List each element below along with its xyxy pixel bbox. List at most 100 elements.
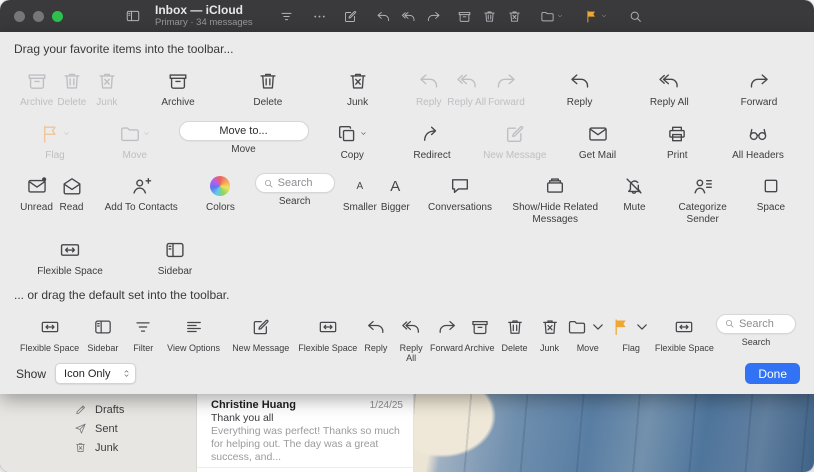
- default-toolbar-set[interactable]: Flexible SpaceSidebarFilterView OptionsN…: [0, 314, 814, 364]
- toolbar-item-reply-all[interactable]: Reply All: [394, 314, 428, 364]
- toolbar-item-categorize-sender[interactable]: Categorize Sender: [667, 173, 739, 225]
- message-photo-preview: [414, 394, 814, 472]
- toolbar-item-reply-all[interactable]: Reply All: [634, 68, 704, 109]
- toolbar-item-label: Flexible Space: [298, 343, 357, 353]
- toolbar-item-unread[interactable]: Unread: [20, 173, 53, 214]
- folder-icon[interactable]: [540, 9, 564, 24]
- trash-icon[interactable]: [482, 9, 497, 24]
- toolbar-item-archive[interactable]: Archive: [463, 314, 496, 353]
- ellipsis-icon[interactable]: [312, 9, 327, 24]
- toolbar-item-space[interactable]: Space: [748, 173, 794, 214]
- toolbar-item-move[interactable]: Move to...Move: [180, 121, 308, 156]
- toolbar-item-view-options[interactable]: View Options: [162, 314, 225, 353]
- toolbar-item-get-mail[interactable]: Get Mail: [563, 121, 633, 162]
- toolbar-item-label: Junk: [96, 97, 117, 109]
- chevron-down-icon: [62, 129, 71, 138]
- toolbar-item-delete[interactable]: Delete: [233, 68, 303, 109]
- toolbar-item-flexible-space[interactable]: Flexible Space: [18, 314, 81, 353]
- search-field[interactable]: Search: [255, 173, 335, 193]
- done-button[interactable]: Done: [745, 363, 800, 384]
- toolbar-item-redirect[interactable]: Redirect: [397, 121, 467, 162]
- toolbar-item-reply[interactable]: Reply: [545, 68, 615, 109]
- toolbar-item-group-archive-delete-junk[interactable]: ArchiveDeleteJunk: [463, 314, 566, 353]
- toolbar-item-show-hide-related-messages[interactable]: Show/Hide Related Messages: [508, 173, 602, 225]
- palette-row-4: Flexible Space Sidebar: [8, 237, 814, 278]
- search-icon[interactable]: [628, 9, 643, 24]
- toolbar-item-reply[interactable]: Reply: [359, 314, 392, 364]
- trash-icon: [61, 68, 83, 94]
- toolbar-item-label: Conversations: [428, 202, 492, 214]
- sidebar-item-sent[interactable]: Sent: [0, 419, 196, 438]
- toolbar-item-label: New Message: [232, 343, 289, 353]
- message-row[interactable]: Christine Huang1/24/25Thank you allEvery…: [197, 394, 413, 467]
- toolbar-item-flexible-space[interactable]: Flexible Space: [653, 314, 716, 353]
- toolbar-item-smaller[interactable]: ASmaller: [343, 173, 377, 214]
- toolbar-item-junk: Junk: [90, 68, 123, 109]
- toolbar-item-read[interactable]: Read: [55, 173, 88, 214]
- palette-row-2: FlagMoveMove to...MoveCopyRedirectNew Me…: [0, 121, 814, 162]
- toolbar-item-group-reply-reply-all-forward[interactable]: ReplyReply AllForward: [359, 314, 463, 364]
- show-mode-popup[interactable]: Icon Only: [55, 363, 135, 384]
- toolbar-item-group-smaller-bigger[interactable]: ASmallerABigger: [343, 173, 412, 214]
- forward-icon[interactable]: [426, 9, 441, 24]
- toolbar-item-mute[interactable]: Mute: [611, 173, 657, 214]
- sidebar-item-label: Sent: [95, 423, 118, 435]
- toolbar-item-copy[interactable]: Copy: [317, 121, 387, 162]
- toolbar-item-add-to-contacts[interactable]: Add To Contacts: [97, 173, 185, 214]
- printer-icon: [666, 121, 688, 147]
- minimize-button[interactable]: [33, 11, 44, 22]
- toolbar-item-bigger[interactable]: ABigger: [379, 173, 412, 214]
- toolbar-item-forward[interactable]: Forward: [724, 68, 794, 109]
- junk-icon[interactable]: [507, 9, 522, 24]
- toolbar-item-forward[interactable]: Forward: [430, 314, 463, 364]
- toolbar-item-label: Filter: [133, 343, 153, 353]
- toolbar-item-label: Space: [757, 202, 785, 214]
- toolbar-item-delete[interactable]: Delete: [498, 314, 531, 353]
- search-placeholder: Search: [278, 177, 313, 189]
- toolbar-item-junk[interactable]: Junk: [533, 314, 566, 353]
- flag-icon[interactable]: [584, 9, 608, 24]
- compose-icon[interactable]: [343, 9, 358, 24]
- contact-icon: [130, 173, 152, 199]
- show-mode-value: Icon Only: [64, 368, 110, 380]
- toolbar-item-search[interactable]: Search Search: [716, 314, 796, 347]
- toolbar-item-search[interactable]: Search Search: [256, 173, 334, 208]
- toolbar-item-sidebar[interactable]: Sidebar: [81, 314, 124, 353]
- toolbar-item-filter[interactable]: Filter: [125, 314, 163, 353]
- reply-icon[interactable]: [376, 9, 391, 24]
- toolbar-item-move[interactable]: Move: [566, 314, 609, 353]
- toolbar-item-label: View Options: [167, 343, 220, 353]
- toolbar-item-conversations[interactable]: Conversations: [421, 173, 499, 214]
- filter-icon: [133, 314, 153, 340]
- toolbar-item-all-headers[interactable]: All Headers: [722, 121, 794, 162]
- toolbar-item-colors[interactable]: Colors: [194, 173, 246, 214]
- toolbar-item-flag[interactable]: Flag: [609, 314, 652, 353]
- toolbar-item-flexible-space[interactable]: Flexible Space: [28, 237, 112, 278]
- toolbar-item-flag: Flag: [20, 121, 90, 162]
- toolbar-item-junk[interactable]: Junk: [323, 68, 393, 109]
- move-to-button[interactable]: Move to...: [179, 121, 309, 141]
- archive-icon[interactable]: [457, 9, 472, 24]
- toolbar-item-group-unread-read[interactable]: UnreadRead: [20, 173, 88, 214]
- replyall-icon[interactable]: [401, 9, 416, 24]
- sidebar-toggle-icon[interactable]: [125, 8, 141, 24]
- mail-window-background: Drafts Sent Junk Christine Huang1/24/25Tha…: [0, 394, 814, 472]
- default-set-hint-text: ... or drag the default set into the too…: [14, 288, 814, 302]
- window-subtitle: Primary · 34 messages: [155, 18, 253, 28]
- toolbar-item-new-message[interactable]: New Message: [225, 314, 296, 353]
- close-button[interactable]: [14, 11, 25, 22]
- filter-icon[interactable]: [279, 9, 294, 24]
- toolbar-item-archive[interactable]: Archive: [143, 68, 213, 109]
- toolbar-item-label: Flexible Space: [37, 266, 103, 278]
- toolbar-item-label: Reply All: [394, 343, 428, 364]
- search-field[interactable]: Search: [716, 314, 796, 334]
- toolbar-item-label: Search: [742, 337, 771, 347]
- sidebar-item-drafts[interactable]: Drafts: [0, 400, 196, 419]
- toolbar-item-label: Search: [279, 196, 311, 208]
- zoom-button[interactable]: [52, 11, 63, 22]
- sidebar-item-junk[interactable]: Junk: [0, 438, 196, 457]
- toolbar-item-sidebar[interactable]: Sidebar: [148, 237, 202, 278]
- toolbar-item-flexible-space[interactable]: Flexible Space: [296, 314, 359, 353]
- toolbar-item-print[interactable]: Print: [642, 121, 712, 162]
- message-row[interactable]: ★Jasmine Garcia1/22/25: [197, 467, 413, 472]
